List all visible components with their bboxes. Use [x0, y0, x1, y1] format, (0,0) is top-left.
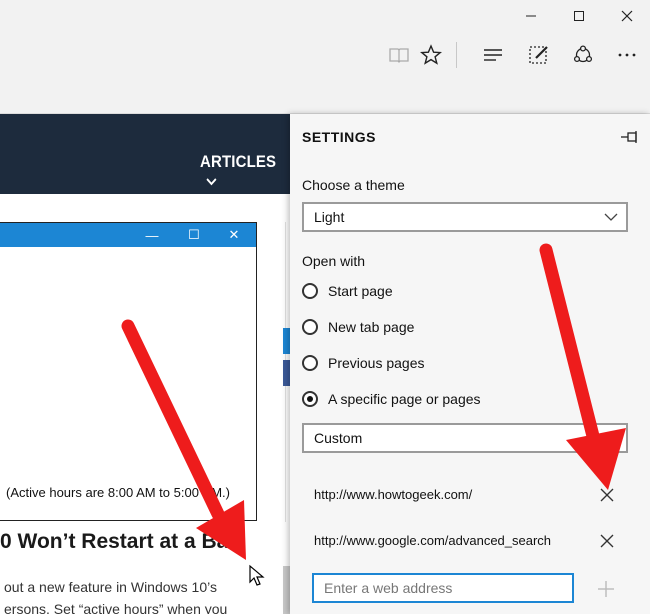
article-body: out a new feature in Windows 10’s ersons…: [4, 576, 227, 614]
share-icon: [573, 45, 593, 63]
screenshot-title-bar: — ☐ ✕: [0, 223, 256, 247]
twitter-share-icon[interactable]: [283, 328, 290, 354]
hub-icon: [484, 49, 502, 61]
more-icon: [618, 53, 636, 57]
theme-value: Light: [314, 209, 345, 225]
url-list-item[interactable]: http://www.howtogeek.com/: [290, 475, 650, 515]
more-button[interactable]: [610, 40, 644, 70]
radio-label: New tab page: [328, 319, 415, 335]
theme-dropdown[interactable]: Light: [302, 202, 628, 232]
settings-title: SETTINGS: [302, 129, 377, 145]
articles-menu[interactable]: ARTICLES: [200, 152, 279, 192]
facebook-share-icon[interactable]: [283, 360, 290, 386]
pages-dropdown[interactable]: Custom: [302, 423, 628, 453]
add-url-icon[interactable]: [596, 579, 616, 599]
radio-new-tab-page[interactable]: New tab page: [302, 316, 414, 338]
article-body-line: out a new feature in Windows 10’s: [4, 579, 217, 595]
radio-start-page[interactable]: Start page: [302, 280, 393, 302]
radio-label: A specific page or pages: [328, 391, 481, 407]
site-header: ARTICLES: [0, 114, 290, 194]
pages-dropdown-value: Custom: [314, 430, 363, 446]
radio-circle[interactable]: [302, 283, 318, 299]
radio-circle-selected[interactable]: [302, 391, 318, 407]
minimize-icon: [526, 15, 536, 17]
close-button[interactable]: [604, 0, 650, 32]
web-address-placeholder: Enter a web address: [324, 580, 453, 596]
articles-label: ARTICLES: [200, 152, 277, 171]
title-bar: [0, 0, 650, 32]
radio-label: Start page: [328, 283, 393, 299]
screenshot-maximize-icon: ☐: [188, 227, 200, 242]
web-address-input[interactable]: Enter a web address: [312, 573, 574, 603]
radio-specific-pages[interactable]: A specific page or pages: [302, 388, 481, 410]
article-headline[interactable]: 0 Won’t Restart at a Bad: [0, 530, 241, 554]
favorite-button[interactable]: [414, 40, 448, 70]
mouse-cursor-icon: [249, 564, 265, 586]
chevron-down-icon: [206, 178, 217, 186]
pin-icon: [621, 131, 637, 143]
remove-url-icon[interactable]: [598, 486, 616, 504]
screenshot-close-icon: ✕: [228, 227, 240, 242]
web-note-icon: [529, 46, 548, 64]
share-button[interactable]: [566, 40, 600, 70]
maximize-button[interactable]: [556, 0, 602, 32]
minimize-button[interactable]: [508, 0, 554, 32]
radio-previous-pages[interactable]: Previous pages: [302, 352, 425, 374]
hub-button[interactable]: [476, 40, 510, 70]
url-text: http://www.google.com/advanced_search: [314, 533, 552, 548]
chevron-down-icon: [604, 213, 618, 221]
pin-panel-button[interactable]: [620, 128, 642, 146]
settings-panel: SETTINGS Choose a theme Light Open with …: [290, 114, 650, 614]
reading-view-button[interactable]: [382, 40, 416, 70]
reading-view-icon: [389, 48, 409, 63]
web-note-button[interactable]: [522, 40, 556, 70]
theme-label: Choose a theme: [302, 177, 405, 193]
toolbar-divider: [456, 42, 457, 68]
open-with-label: Open with: [302, 253, 366, 269]
web-page: ARTICLES — ☐ ✕ (Active hours are 8:00 AM…: [0, 114, 290, 614]
remove-url-icon[interactable]: [598, 532, 616, 550]
chevron-down-icon: [604, 434, 618, 442]
favorites-bar: [0, 80, 650, 114]
article-body-line: ersons. Set “active hours” when you: [4, 601, 228, 614]
page-scrollbar[interactable]: [283, 566, 290, 614]
radio-label: Previous pages: [328, 355, 425, 371]
close-icon: [621, 10, 633, 22]
screenshot-caption: (Active hours are 8:00 AM to 5:00 PM.): [6, 485, 230, 500]
favorite-star-icon: [420, 44, 442, 65]
url-list-item[interactable]: http://www.google.com/advanced_search: [290, 521, 650, 561]
url-text: http://www.howtogeek.com/: [314, 487, 473, 502]
radio-circle[interactable]: [302, 319, 318, 335]
radio-circle[interactable]: [302, 355, 318, 371]
maximize-icon: [574, 11, 584, 21]
article-screenshot: — ☐ ✕ (Active hours are 8:00 AM to 5:00 …: [0, 222, 257, 521]
screenshot-minimize-icon: —: [145, 227, 159, 243]
